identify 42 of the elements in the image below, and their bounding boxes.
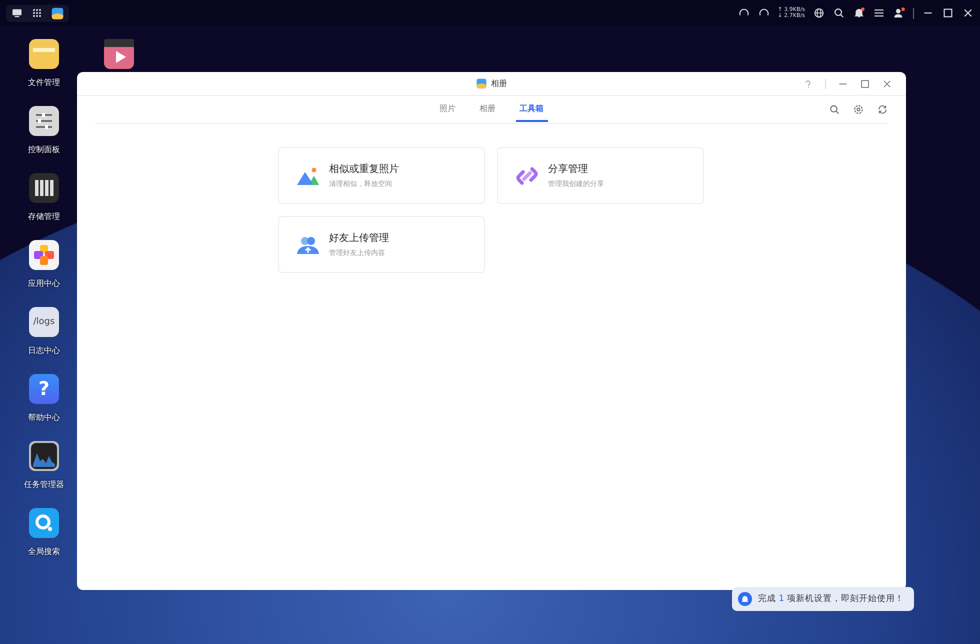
help-app-icon[interactable]: ? bbox=[29, 374, 59, 404]
desktop-icon-label: 全局搜索 bbox=[28, 546, 60, 557]
mountain-picture-icon bbox=[296, 166, 320, 186]
tab[interactable]: 工具箱 bbox=[516, 97, 548, 122]
desktop-icon-label: 任务管理器 bbox=[24, 479, 64, 490]
photo-app-icon[interactable] bbox=[51, 6, 64, 20]
logs-app-icon[interactable]: /logs bbox=[29, 307, 59, 337]
window-title: 相册 bbox=[491, 78, 507, 89]
desktop-icon-label: 控制面板 bbox=[28, 144, 60, 155]
card-title: 好友上传管理 bbox=[329, 232, 389, 245]
desktop-icon-label: 帮助中心 bbox=[28, 412, 60, 423]
tab[interactable]: 照片 bbox=[436, 97, 460, 122]
apps-app-icon[interactable] bbox=[29, 240, 59, 270]
photo-app-icon bbox=[476, 78, 487, 89]
monitor-app-icon[interactable] bbox=[29, 441, 59, 471]
link-icon bbox=[515, 166, 539, 186]
desktop-icon-label: 存储管理 bbox=[28, 211, 60, 222]
globe-icon[interactable] bbox=[813, 7, 825, 19]
storage-app-icon[interactable] bbox=[29, 173, 59, 203]
help-icon[interactable] bbox=[803, 79, 813, 89]
user-icon[interactable] bbox=[893, 7, 905, 19]
desktop-icon[interactable] bbox=[11, 7, 23, 19]
app-grid-icon[interactable] bbox=[31, 7, 43, 19]
notification-toast[interactable]: 完成 1 项新机设置，即刻开始使用！ bbox=[732, 587, 914, 611]
desktop-icon-label: 文件管理 bbox=[28, 77, 60, 88]
card-title: 相似或重复照片 bbox=[329, 162, 399, 176]
settings-icon[interactable] bbox=[853, 104, 864, 115]
card-title: 分享管理 bbox=[548, 162, 589, 176]
sliders-app-icon[interactable] bbox=[29, 106, 59, 136]
people-upload-icon bbox=[296, 234, 320, 254]
bell-icon[interactable] bbox=[853, 7, 865, 19]
search-icon[interactable] bbox=[833, 7, 845, 19]
refresh-icon[interactable] bbox=[877, 104, 888, 115]
close-icon[interactable] bbox=[962, 7, 974, 19]
folder-app-icon[interactable] bbox=[29, 39, 59, 69]
desktop-icon-label: 应用中心 bbox=[28, 278, 60, 289]
video-app-icon[interactable] bbox=[104, 39, 134, 69]
bell-icon bbox=[738, 592, 752, 606]
notification-text: 完成 1 项新机设置，即刻开始使用！ bbox=[758, 593, 904, 605]
desktop-icon-label: 日志中心 bbox=[28, 345, 60, 356]
tab[interactable]: 相册 bbox=[476, 97, 500, 122]
search-app-icon[interactable] bbox=[29, 508, 59, 538]
